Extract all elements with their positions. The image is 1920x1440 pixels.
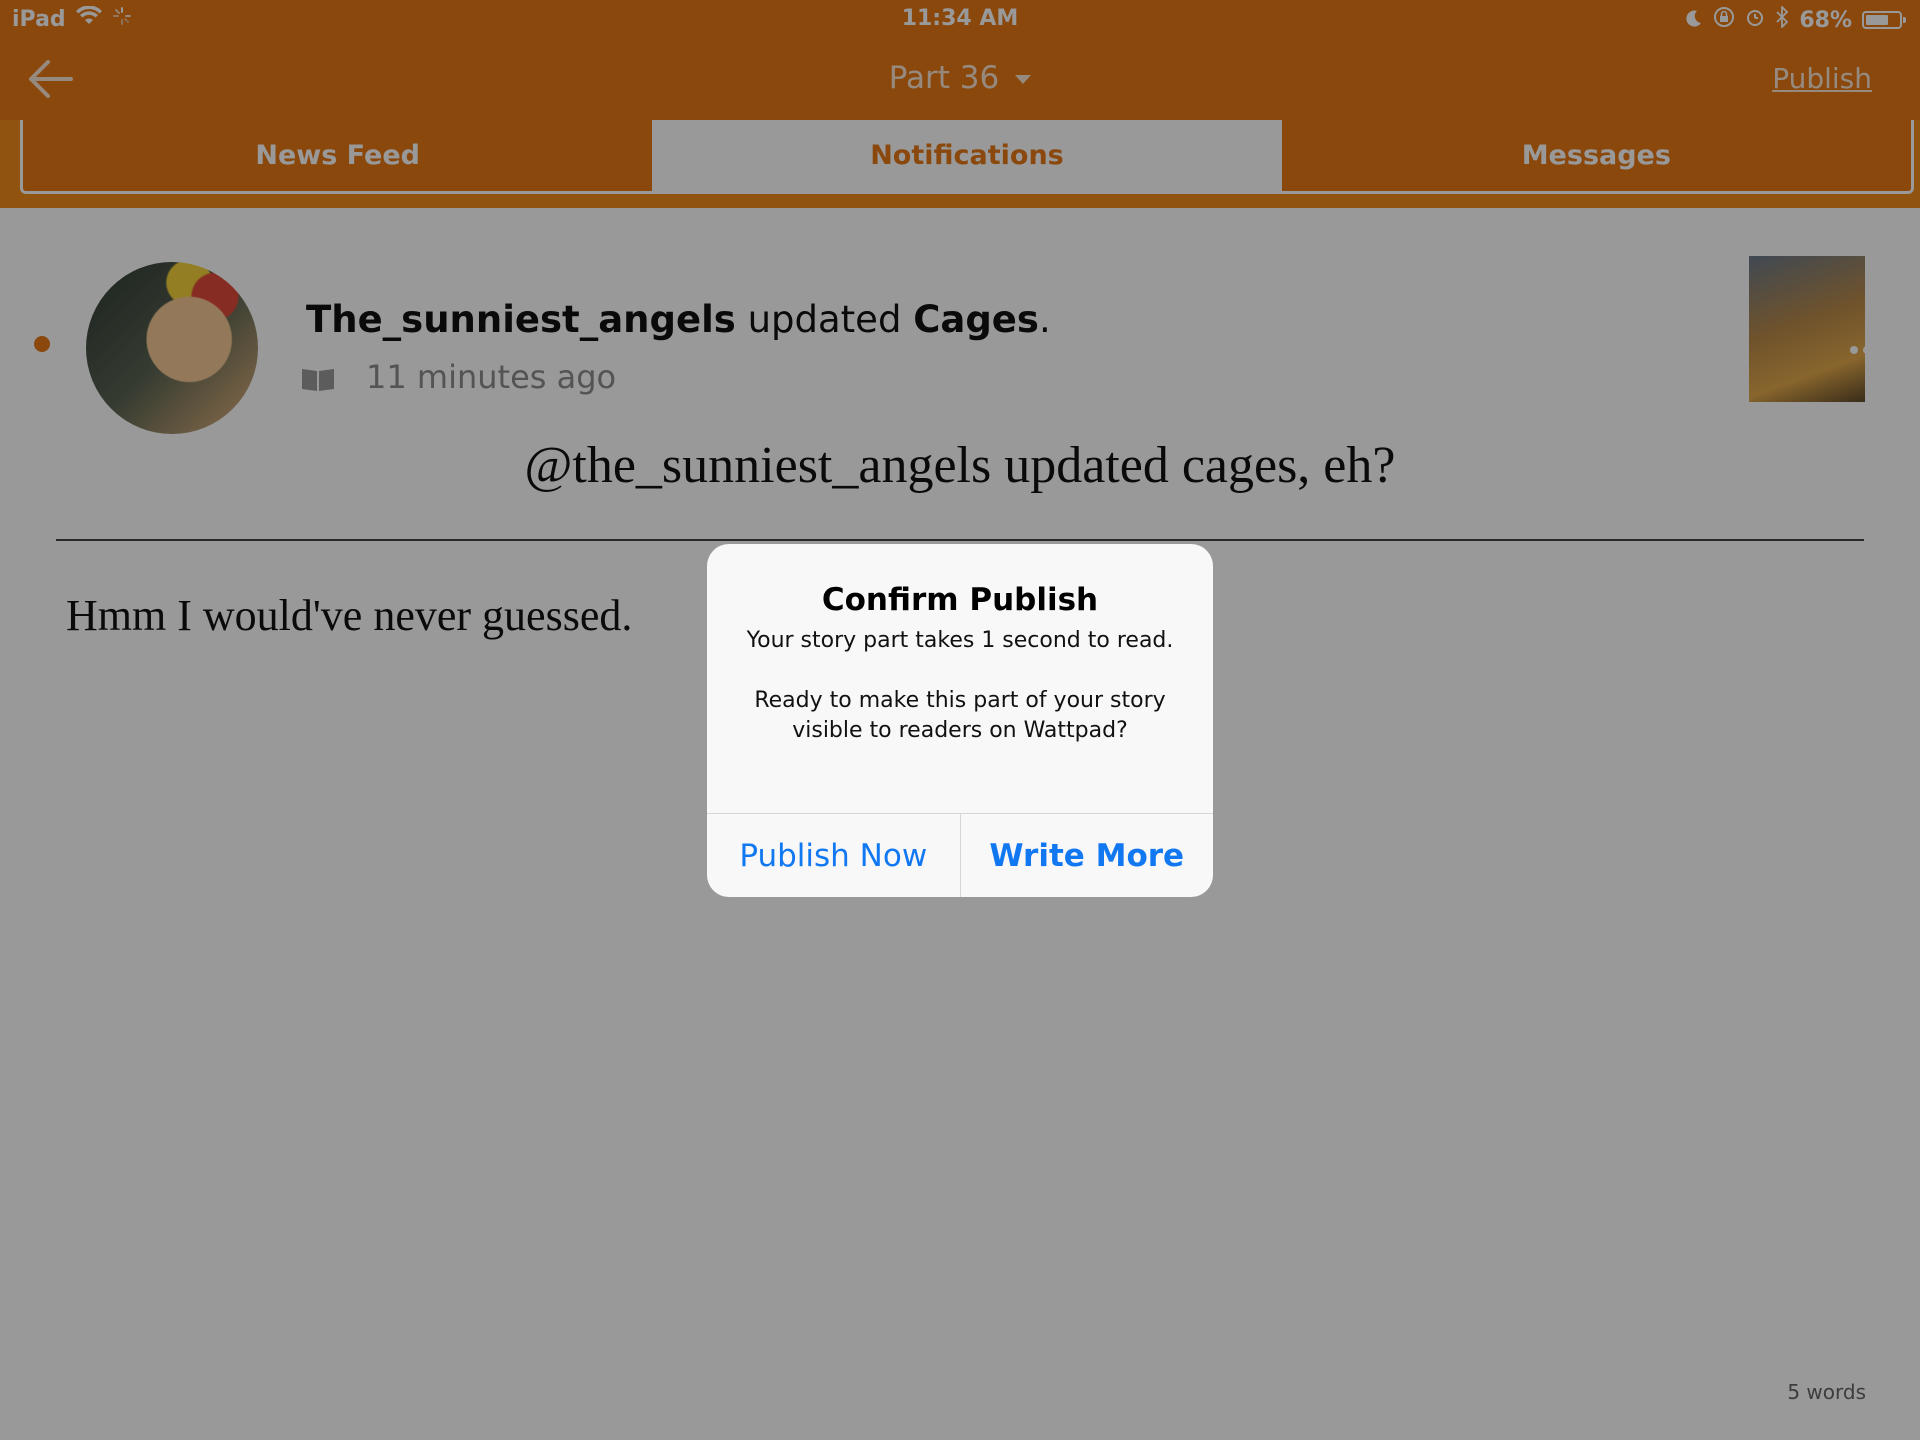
publish-now-button[interactable]: Publish Now <box>707 814 960 897</box>
write-more-button[interactable]: Write More <box>959 814 1214 897</box>
dialog-title: Confirm Publish <box>821 582 1099 618</box>
dialog-read-time: Your story part takes 1 second to read. <box>746 628 1174 653</box>
confirm-publish-dialog: Confirm Publish Your story part takes 1 … <box>707 544 1213 897</box>
dialog-message: Your story part takes 1 second to read. … <box>737 626 1183 776</box>
dialog-buttons: Publish Now Write More <box>707 813 1213 897</box>
dialog-question: Ready to make this part of your story vi… <box>754 688 1166 743</box>
